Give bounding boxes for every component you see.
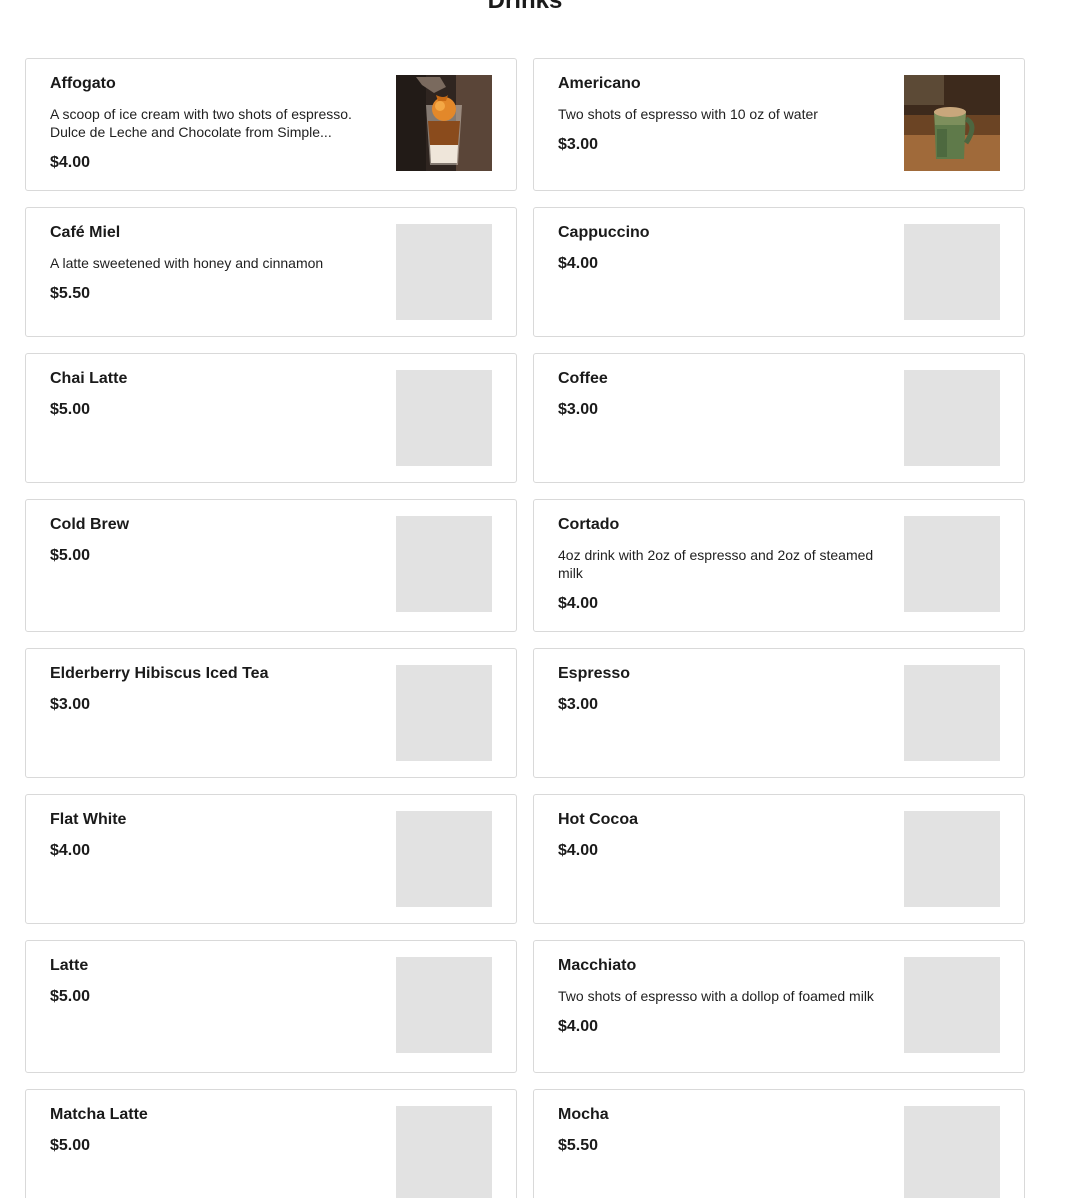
menu-page: Drinks Affogato A scoop of ice cream wit… bbox=[0, 0, 1070, 1198]
menu-item-image-placeholder bbox=[396, 370, 492, 466]
menu-item-grid: Affogato A scoop of ice cream with two s… bbox=[25, 58, 1025, 1198]
menu-item-card-cold-brew[interactable]: Cold Brew $5.00 bbox=[25, 499, 517, 632]
menu-item-image-placeholder bbox=[396, 665, 492, 761]
menu-item-card-matcha-latte[interactable]: Matcha Latte $5.00 bbox=[25, 1089, 517, 1198]
menu-item-name: Americano bbox=[558, 75, 641, 92]
menu-item-card-chai-latte[interactable]: Chai Latte $5.00 bbox=[25, 353, 517, 483]
menu-item-image-placeholder bbox=[904, 1106, 1000, 1198]
menu-item-image-placeholder bbox=[396, 811, 492, 907]
menu-item-price: $3.00 bbox=[50, 696, 91, 713]
menu-item-price: $5.50 bbox=[50, 285, 91, 302]
menu-item-price: $5.00 bbox=[50, 988, 91, 1005]
menu-item-card-cafe-miel[interactable]: Café Miel A latte sweetened with honey a… bbox=[25, 207, 517, 337]
menu-item-name: Matcha Latte bbox=[50, 1106, 148, 1123]
section-title: Drinks bbox=[487, 0, 563, 14]
menu-item-price: $5.00 bbox=[50, 1137, 91, 1154]
menu-item-card-espresso[interactable]: Espresso $3.00 bbox=[533, 648, 1025, 778]
menu-item-card-mocha[interactable]: Mocha $5.50 bbox=[533, 1089, 1025, 1198]
menu-item-name: Hot Cocoa bbox=[558, 811, 638, 828]
menu-item-description: Two shots of espresso with a dollop of f… bbox=[558, 988, 874, 1004]
menu-item-price: $4.00 bbox=[558, 595, 599, 612]
menu-item-image-placeholder bbox=[396, 224, 492, 320]
menu-item-name: Cortado bbox=[558, 516, 620, 533]
menu-item-name: Macchiato bbox=[558, 957, 637, 974]
menu-item-card-hot-cocoa[interactable]: Hot Cocoa $4.00 bbox=[533, 794, 1025, 924]
menu-item-description: A latte sweetened with honey and cinnamo… bbox=[50, 255, 324, 271]
menu-item-name: Mocha bbox=[558, 1106, 609, 1123]
menu-item-price: $3.00 bbox=[558, 696, 599, 713]
menu-item-price: $4.00 bbox=[50, 842, 91, 859]
menu-item-card-coffee[interactable]: Coffee $3.00 bbox=[533, 353, 1025, 483]
menu-item-name: Coffee bbox=[558, 370, 608, 387]
menu-item-price: $3.00 bbox=[558, 401, 599, 418]
menu-item-card-americano[interactable]: Americano Two shots of espresso with 10 … bbox=[533, 58, 1025, 191]
menu-item-name: Affogato bbox=[50, 75, 116, 92]
menu-item-image-placeholder bbox=[904, 370, 1000, 466]
menu-item-name: Latte bbox=[50, 957, 89, 974]
menu-item-card-affogato[interactable]: Affogato A scoop of ice cream with two s… bbox=[25, 58, 517, 191]
menu-item-price: $4.00 bbox=[558, 1018, 599, 1035]
menu-item-price: $4.00 bbox=[558, 255, 599, 272]
menu-item-description: Two shots of espresso with 10 oz of wate… bbox=[558, 106, 818, 122]
menu-item-card-latte[interactable]: Latte $5.00 bbox=[25, 940, 517, 1073]
menu-item-card-cappuccino[interactable]: Cappuccino $4.00 bbox=[533, 207, 1025, 337]
menu-item-price: $4.00 bbox=[50, 154, 91, 171]
menu-item-description: A scoop of ice cream with two shots of e… bbox=[50, 106, 352, 140]
menu-item-name: Chai Latte bbox=[50, 370, 128, 387]
menu-item-name: Elderberry Hibiscus Iced Tea bbox=[50, 665, 269, 682]
menu-item-card-macchiato[interactable]: Macchiato Two shots of espresso with a d… bbox=[533, 940, 1025, 1073]
menu-item-image-placeholder bbox=[396, 957, 492, 1053]
menu-item-price: $4.00 bbox=[558, 842, 599, 859]
menu-item-card-flat-white[interactable]: Flat White $4.00 bbox=[25, 794, 517, 924]
menu-item-image-placeholder bbox=[904, 516, 1000, 612]
menu-item-image-placeholder bbox=[396, 516, 492, 612]
menu-item-description: 4oz drink with 2oz of espresso and 2oz o… bbox=[558, 547, 874, 581]
menu-item-name: Café Miel bbox=[50, 224, 121, 241]
menu-item-name: Espresso bbox=[558, 665, 631, 682]
menu-item-name: Cold Brew bbox=[50, 516, 130, 533]
menu-item-image-americano bbox=[904, 75, 1000, 171]
menu-item-image-affogato bbox=[396, 75, 492, 171]
menu-item-price: $5.00 bbox=[50, 547, 91, 564]
menu-item-price: $5.00 bbox=[50, 401, 91, 418]
menu-item-image-placeholder bbox=[904, 224, 1000, 320]
menu-item-name: Flat White bbox=[50, 811, 127, 828]
menu-item-image-placeholder bbox=[396, 1106, 492, 1198]
menu-item-name: Cappuccino bbox=[558, 224, 650, 241]
menu-item-image-placeholder bbox=[904, 811, 1000, 907]
menu-item-image-placeholder bbox=[904, 957, 1000, 1053]
menu-item-card-elderberry-hibiscus-iced-tea[interactable]: Elderberry Hibiscus Iced Tea $3.00 bbox=[25, 648, 517, 778]
menu-item-image-placeholder bbox=[904, 665, 1000, 761]
menu-item-card-cortado[interactable]: Cortado 4oz drink with 2oz of espresso a… bbox=[533, 499, 1025, 632]
menu-item-price: $5.50 bbox=[558, 1137, 599, 1154]
menu-item-price: $3.00 bbox=[558, 136, 599, 153]
